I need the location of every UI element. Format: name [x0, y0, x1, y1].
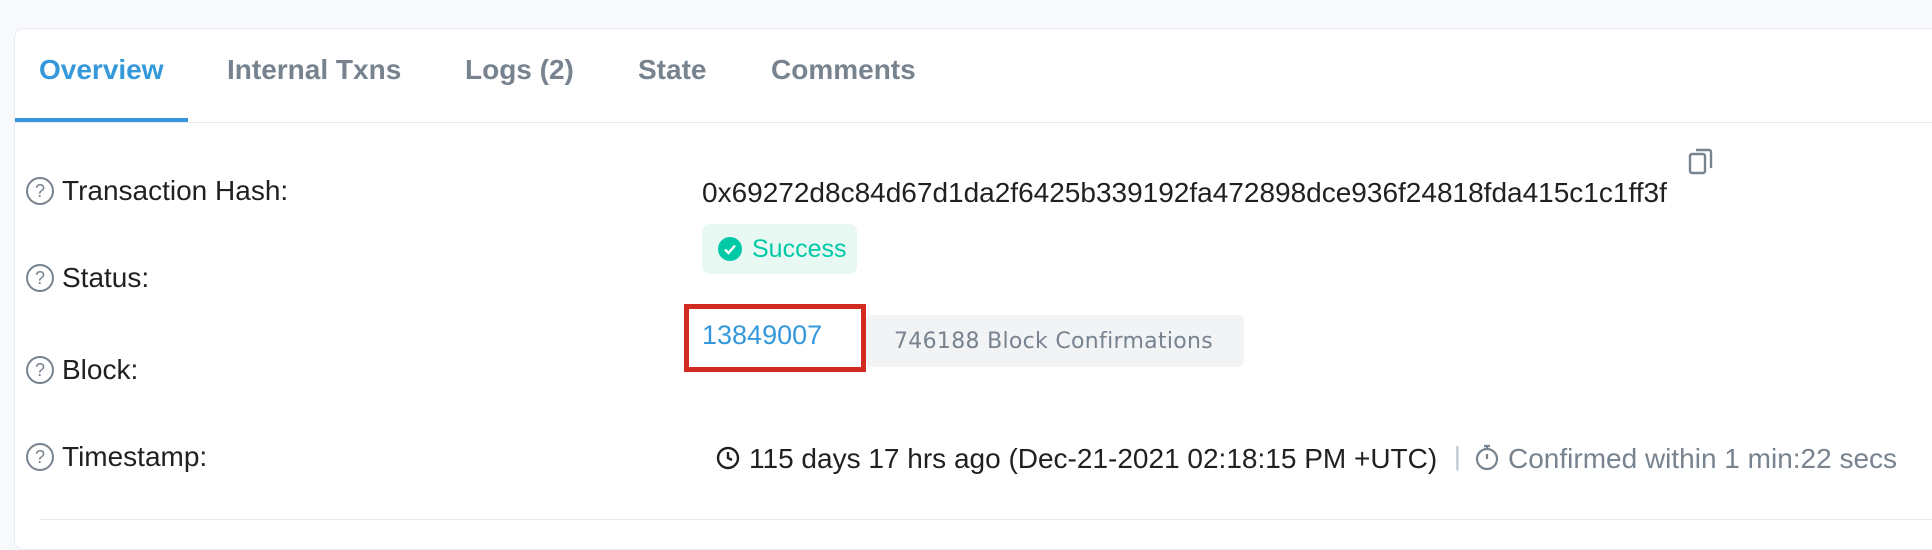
block-label: Block:: [62, 354, 139, 385]
confirmation-time: Confirmed within 1 min:22 secs: [1508, 443, 1898, 474]
block-confirmations-badge: 746188 Block Confirmations: [866, 315, 1244, 367]
transaction-hash-label: Transaction Hash:: [62, 175, 289, 206]
question-circle-icon[interactable]: ?: [26, 264, 54, 292]
row-label-transaction-hash: ? Transaction Hash:: [26, 175, 288, 207]
separator: |: [1454, 441, 1461, 471]
copy-icon[interactable]: [1688, 147, 1714, 177]
clock-icon: [716, 446, 740, 470]
row-label-block: ? Block:: [26, 354, 138, 386]
status-label: Status:: [62, 262, 150, 293]
tab-comments[interactable]: Comments: [771, 54, 916, 86]
tab-logs[interactable]: Logs (2): [465, 54, 574, 86]
tab-internal-txns[interactable]: Internal Txns: [227, 54, 401, 86]
timestamp-value: 115 days 17 hrs ago (Dec-21-2021 02:18:1…: [749, 443, 1438, 474]
question-circle-icon[interactable]: ?: [26, 443, 54, 471]
stopwatch-icon: [1475, 444, 1499, 471]
active-tab-indicator: [15, 118, 188, 122]
check-circle-icon: [718, 237, 742, 261]
question-circle-icon[interactable]: ?: [26, 177, 54, 205]
tab-state[interactable]: State: [638, 54, 706, 86]
tab-bar: Overview Internal Txns Logs (2) State Co…: [15, 29, 1932, 123]
status-badge: Success: [702, 224, 857, 274]
transaction-hash-value: 0x69272d8c84d67d1da2f6425b339192fa472898…: [702, 177, 1667, 208]
question-circle-icon[interactable]: ?: [26, 356, 54, 384]
row-label-timestamp: ? Timestamp:: [26, 441, 207, 473]
highlight-box: [684, 304, 866, 372]
tab-overview[interactable]: Overview: [39, 54, 164, 86]
timestamp-label: Timestamp:: [62, 441, 208, 472]
row-divider: [40, 519, 1932, 520]
row-label-status: ? Status:: [26, 262, 149, 294]
status-text: Success: [752, 234, 847, 263]
